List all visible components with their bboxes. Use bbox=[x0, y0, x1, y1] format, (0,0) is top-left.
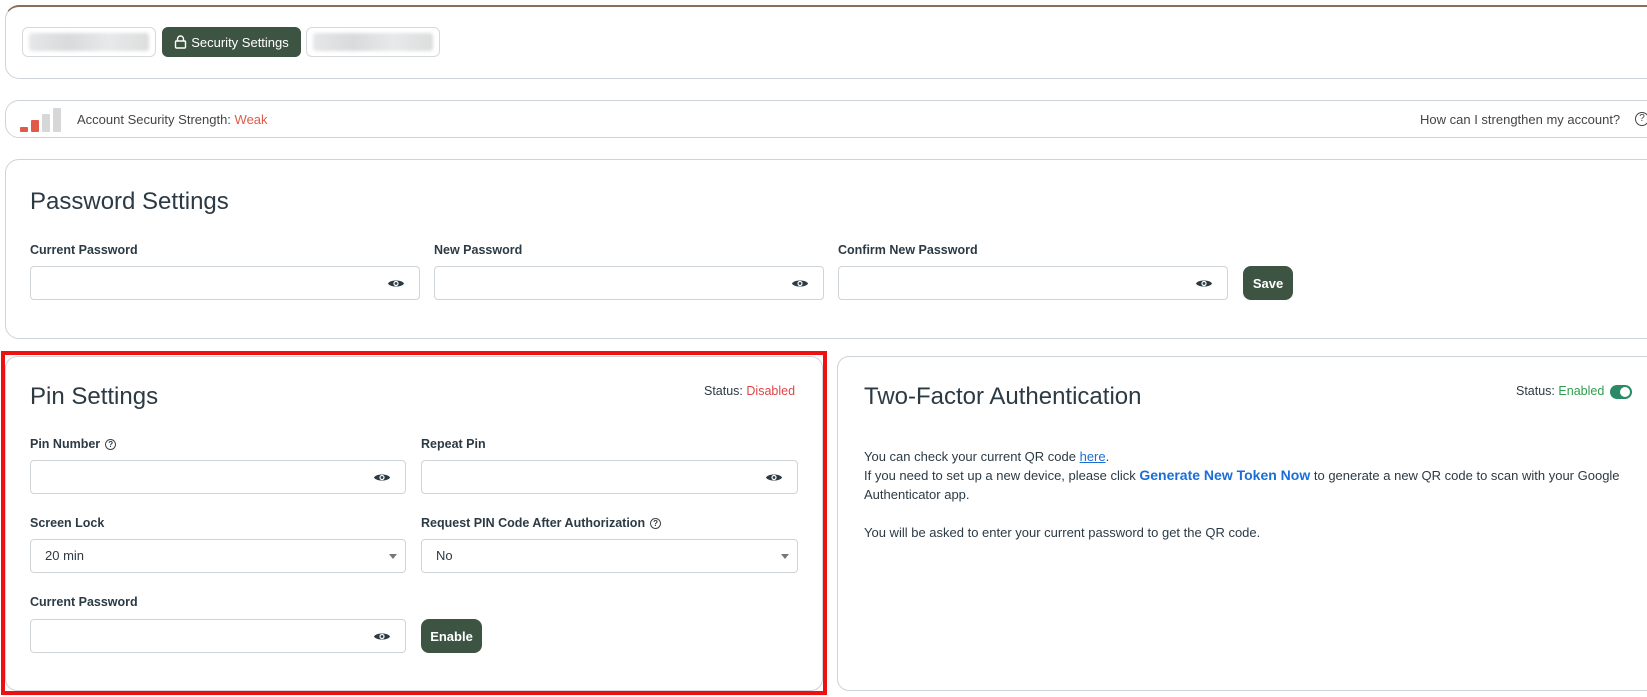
eye-icon[interactable] bbox=[791, 277, 809, 290]
two-factor-status: Status: Enabled bbox=[1516, 384, 1604, 398]
current-password-input[interactable] bbox=[31, 267, 361, 299]
status-label: Status: bbox=[1516, 384, 1555, 398]
new-device-text-pre: If you need to set up a new device, plea… bbox=[864, 468, 1140, 483]
eye-icon[interactable] bbox=[765, 471, 783, 484]
request-pin-select[interactable]: No bbox=[421, 539, 798, 573]
pin-number-label-text: Pin Number bbox=[30, 437, 101, 451]
pin-current-password-input[interactable] bbox=[31, 620, 349, 652]
confirm-password-field[interactable] bbox=[838, 266, 1228, 300]
screen-lock-select[interactable]: 20 min bbox=[30, 539, 406, 573]
two-factor-title: Two-Factor Authentication bbox=[864, 383, 1142, 410]
pin-settings-title: Pin Settings bbox=[30, 383, 159, 410]
chevron-down-icon bbox=[781, 554, 789, 559]
confirm-password-input[interactable] bbox=[839, 267, 1169, 299]
strengthen-account-link[interactable]: How can I strengthen my account? bbox=[1420, 112, 1620, 127]
blurred-label bbox=[313, 33, 433, 51]
repeat-pin-field[interactable] bbox=[421, 460, 798, 494]
pin-number-input[interactable] bbox=[31, 461, 349, 493]
tab-blurred-1[interactable] bbox=[22, 27, 156, 57]
qr-check-text-post: . bbox=[1105, 449, 1110, 464]
qr-code-link[interactable]: here bbox=[1080, 449, 1106, 464]
tab-label: Security Settings bbox=[191, 34, 289, 50]
pin-status: Status: Disabled bbox=[704, 384, 795, 398]
qr-check-text-pre: You can check your current QR code bbox=[864, 449, 1080, 464]
confirm-password-label: Confirm New Password bbox=[838, 243, 978, 257]
tab-security-settings[interactable]: Security Settings bbox=[162, 27, 301, 57]
request-pin-label: Request PIN Code After Authorization? bbox=[421, 516, 662, 530]
pin-number-field[interactable] bbox=[30, 460, 406, 494]
eye-icon[interactable] bbox=[387, 277, 405, 290]
tabs-card: Security Settings bbox=[5, 5, 1647, 79]
save-button[interactable]: Save bbox=[1243, 266, 1293, 300]
strength-bar bbox=[31, 120, 39, 132]
strength-text: Account Security Strength: Weak bbox=[77, 112, 268, 127]
qr-check-text: You can check your current QR code here.… bbox=[864, 447, 1624, 504]
two-factor-toggle[interactable] bbox=[1610, 385, 1632, 399]
screen-lock-label: Screen Lock bbox=[30, 516, 105, 530]
eye-icon[interactable] bbox=[1195, 277, 1213, 290]
repeat-pin-label: Repeat Pin bbox=[421, 437, 486, 451]
blurred-label bbox=[29, 33, 149, 51]
status-value: Disabled bbox=[746, 384, 796, 398]
strength-level: Weak bbox=[234, 112, 268, 127]
lock-icon bbox=[175, 35, 187, 49]
strength-bar bbox=[20, 127, 28, 132]
eye-icon[interactable] bbox=[373, 471, 391, 484]
two-factor-card: Two-Factor Authentication Status: Enable… bbox=[837, 356, 1647, 691]
strength-bar bbox=[42, 114, 50, 132]
request-pin-value: No bbox=[436, 548, 453, 563]
question-circle-icon[interactable]: ? bbox=[650, 518, 662, 530]
strength-bar bbox=[53, 108, 61, 132]
password-settings-card: Password Settings Current Password New P… bbox=[5, 159, 1647, 339]
current-password-label: Current Password bbox=[30, 243, 138, 257]
new-password-label: New Password bbox=[434, 243, 523, 257]
strength-label: Account Security Strength: bbox=[77, 112, 231, 127]
pin-current-password-field[interactable] bbox=[30, 619, 406, 653]
eye-icon[interactable] bbox=[373, 630, 391, 643]
status-label: Status: bbox=[704, 384, 743, 398]
password-settings-title: Password Settings bbox=[30, 188, 229, 215]
question-circle-icon[interactable]: ? bbox=[1635, 112, 1647, 126]
strength-bars-icon bbox=[20, 108, 62, 132]
pin-current-password-label: Current Password bbox=[30, 595, 138, 609]
new-password-field[interactable] bbox=[434, 266, 824, 300]
new-password-input[interactable] bbox=[435, 267, 765, 299]
generate-token-link[interactable]: Generate New Token Now bbox=[1139, 467, 1310, 483]
pin-number-label: Pin Number? bbox=[30, 437, 117, 451]
tab-blurred-2[interactable] bbox=[306, 27, 440, 57]
security-strength-card: Account Security Strength: Weak How can … bbox=[5, 100, 1647, 138]
pin-settings-card: Pin Settings Status: Disabled Pin Number… bbox=[5, 356, 823, 691]
request-pin-label-text: Request PIN Code After Authorization bbox=[421, 516, 646, 530]
screen-lock-value: 20 min bbox=[45, 548, 85, 563]
question-circle-icon[interactable]: ? bbox=[105, 439, 117, 451]
password-notice-text: You will be asked to enter your current … bbox=[864, 525, 1261, 540]
chevron-down-icon bbox=[389, 554, 397, 559]
enable-button[interactable]: Enable bbox=[421, 619, 482, 653]
status-value: Enabled bbox=[1558, 384, 1605, 398]
current-password-field[interactable] bbox=[30, 266, 420, 300]
repeat-pin-input[interactable] bbox=[422, 461, 741, 493]
